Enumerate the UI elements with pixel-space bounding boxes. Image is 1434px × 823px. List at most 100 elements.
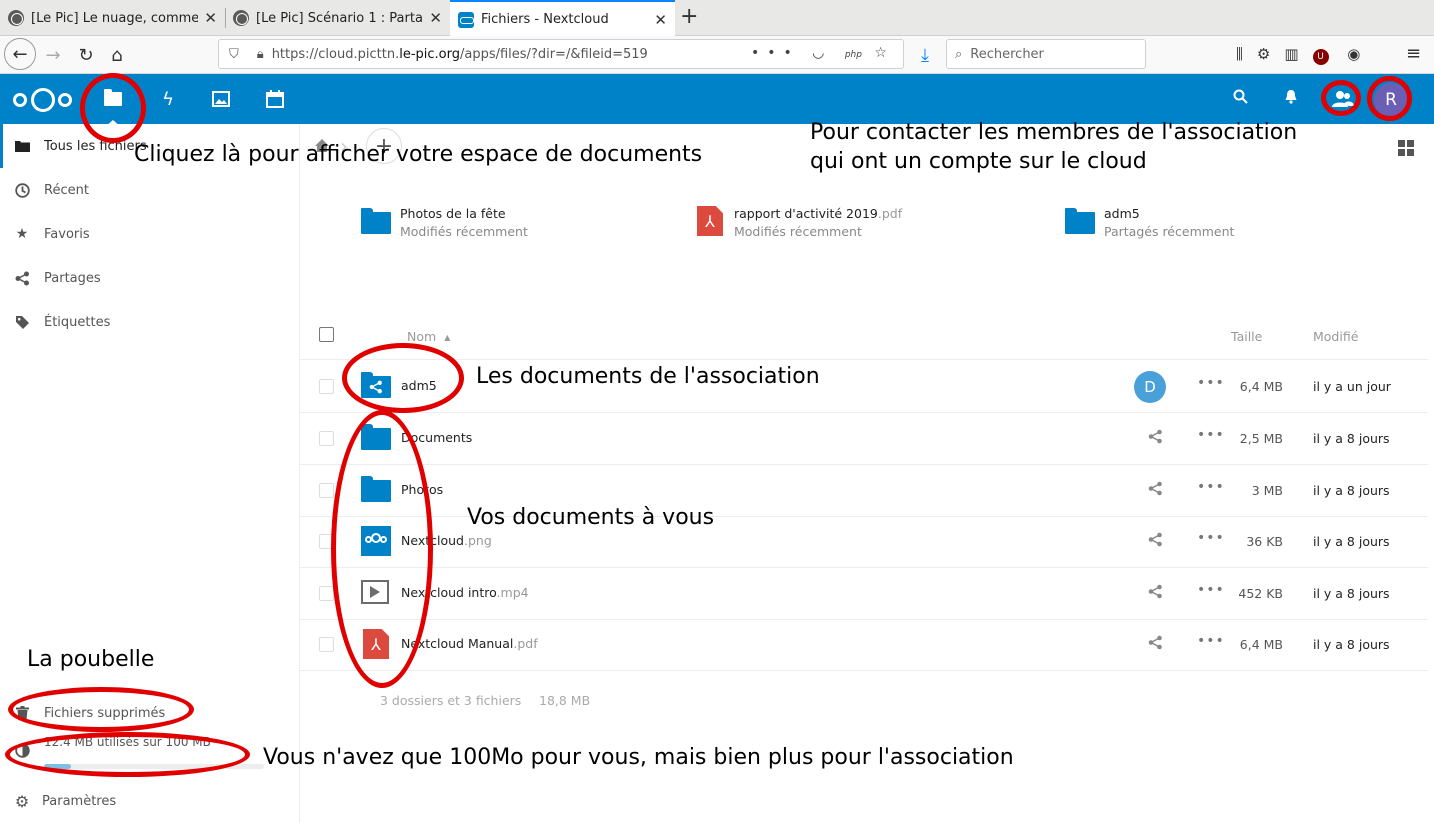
browser-tab-active[interactable]: Fichiers - Nextcloud ✕ [450,0,675,37]
sidebar-item-label: Favoris [44,226,90,242]
search-icon: ⌕ [955,46,963,62]
share-icon[interactable] [1148,584,1163,603]
reload-icon[interactable]: ↻ [71,40,101,70]
sidebar-item-label: Étiquettes [44,314,111,330]
file-size: 36 KB [1246,534,1283,549]
shield-icon[interactable]: ⛉ [229,47,239,62]
share-icon[interactable] [1148,532,1163,551]
share-icon[interactable] [1148,481,1163,500]
file-modified: il y a 8 jours [1313,534,1390,549]
sidebar-item-recent[interactable]: Récent [0,168,300,212]
tab-title: [Le Pic] Scénario 1 : Partage [256,10,424,26]
back-icon[interactable]: ← [4,38,36,70]
activity-app-icon[interactable]: ϟ [156,87,180,111]
calendar-app-icon[interactable] [263,87,287,111]
shared-by-avatar[interactable]: D [1134,371,1166,403]
recent-item-title: Photos de la fête [400,206,506,221]
annotation-ring-files [80,73,146,143]
file-row[interactable]: Nextcloud intro.mp4 ••• 452 KB il y a 8 … [300,568,1428,620]
more-actions-icon[interactable]: ••• [1197,530,1225,546]
php-icon[interactable]: php [845,50,862,60]
file-modified: il y a 8 jours [1313,586,1390,601]
row-checkbox[interactable] [319,431,334,446]
share-icon[interactable] [1148,429,1163,448]
recent-item-subtitle: Modifiés récemment [400,224,528,239]
browser-tab[interactable]: [Le Pic] Le nuage, comment ✕ [0,0,225,36]
row-checkbox[interactable] [319,483,334,498]
browser-tab[interactable]: [Le Pic] Scénario 1 : Partage ✕ [225,0,450,36]
close-tab-icon[interactable]: ✕ [654,11,667,29]
grid-view-toggle-icon[interactable] [1398,140,1414,156]
home-icon[interactable]: ⌂ [102,40,132,70]
browser-search-input[interactable]: ⌕ Rechercher [946,39,1146,69]
more-actions-icon[interactable]: ••• [1197,375,1225,391]
tag-icon [14,314,30,330]
annotation-ring-avatar [1367,76,1412,121]
row-checkbox[interactable] [319,586,334,601]
file-row[interactable]: adm5 D ••• 6,4 MB il y a un jour [300,361,1428,413]
file-name[interactable]: Nextcloud Manual.pdf [401,636,538,651]
file-modified: il y a 8 jours [1313,431,1390,446]
hamburger-menu-icon[interactable]: ≡ [1406,43,1421,64]
forward-icon[interactable]: → [38,40,68,70]
download-icon[interactable]: ⤓ [910,40,940,70]
summary-count: 3 dossiers et 3 fichiers [380,693,522,708]
search-icon[interactable] [1233,89,1248,108]
row-checkbox[interactable] [319,379,334,394]
annotation-ring-adm5 [342,343,464,413]
annotation-ring-my-files [331,410,433,688]
browser-toolbar-icons[interactable]: ⫼⚙▥ U ◉ [1236,45,1374,65]
clock-icon [14,182,30,198]
share-icon[interactable] [1148,635,1163,654]
file-size: 452 KB [1238,586,1283,601]
sidebar-item-shares[interactable]: Partages [0,256,300,300]
annotation-association-docs: Les documents de l'association [476,364,820,389]
file-row[interactable]: ⅄ Nextcloud Manual.pdf ••• 6,4 MB il y a… [300,619,1428,671]
sidebar-item-label: Tous les fichiers [44,138,147,154]
lock-icon: 🔒︎ [256,46,264,62]
column-modified-header[interactable]: Modifié [1313,329,1358,344]
ublock-icon[interactable]: U [1312,49,1329,65]
more-actions-icon[interactable]: ••• [1197,479,1225,495]
file-row[interactable]: Documents ••• 2,5 MB il y a 8 jours [300,413,1428,465]
nextcloud-header: ϟ [0,74,1434,127]
file-extension: .pdf [513,636,538,651]
more-actions-icon[interactable]: ••• [1197,427,1225,443]
column-size-header[interactable]: Taille [1231,329,1262,344]
sidebar-item-settings[interactable]: ⚙ Paramètres [0,779,300,823]
folder-icon [361,208,391,234]
url-path: /apps/files/?dir=/&fileid=519 [459,46,648,62]
url-prefix: https://cloud.picttn. [271,46,400,62]
recent-item-title: adm5 [1104,206,1140,221]
file-size: 3 MB [1251,483,1283,498]
tab-title: Fichiers - Nextcloud [481,12,609,27]
column-name-header[interactable]: Nom ▲ [407,329,450,344]
sidebar-item-label: Partages [44,270,101,286]
folder-icon [1065,208,1095,234]
nextcloud-logo-icon[interactable] [13,88,74,112]
new-tab-icon[interactable]: + [680,4,698,29]
sidebar-item-label: Récent [44,182,89,198]
sidebar-item-tags[interactable]: Étiquettes [0,300,300,344]
annotation-files: Cliquez là pour afficher votre espace de… [134,142,703,167]
file-name: rapport d'activité 2019 [734,206,878,221]
select-all-checkbox[interactable] [319,327,334,342]
recent-item-subtitle: Modifiés récemment [734,224,862,239]
file-modified: il y a 8 jours [1313,483,1390,498]
close-tab-icon[interactable]: ✕ [204,9,217,27]
notifications-bell-icon[interactable] [1284,89,1298,108]
annotation-ring-trash [8,687,194,732]
row-checkbox[interactable] [319,637,334,652]
summary-size: 18,8 MB [539,693,591,708]
url-bar[interactable]: ⛉ 🔒︎ https://cloud.picttn. le-pic.org/app… [218,39,904,69]
sidebar-item-label: Paramètres [42,793,117,809]
sidebar-item-favorites[interactable]: ★ Favoris [0,212,300,256]
close-tab-icon[interactable]: ✕ [429,9,442,27]
tab-title: [Le Pic] Le nuage, comment [31,10,199,26]
more-actions-icon[interactable]: ••• [1197,633,1225,649]
photos-app-icon[interactable] [209,87,233,111]
page-actions[interactable]: ••• ◡ php ☆ [751,45,895,61]
share-icon [14,270,30,286]
recent-item-title: rapport d'activité 2019.pdf [734,206,902,221]
more-actions-icon[interactable]: ••• [1197,582,1225,598]
